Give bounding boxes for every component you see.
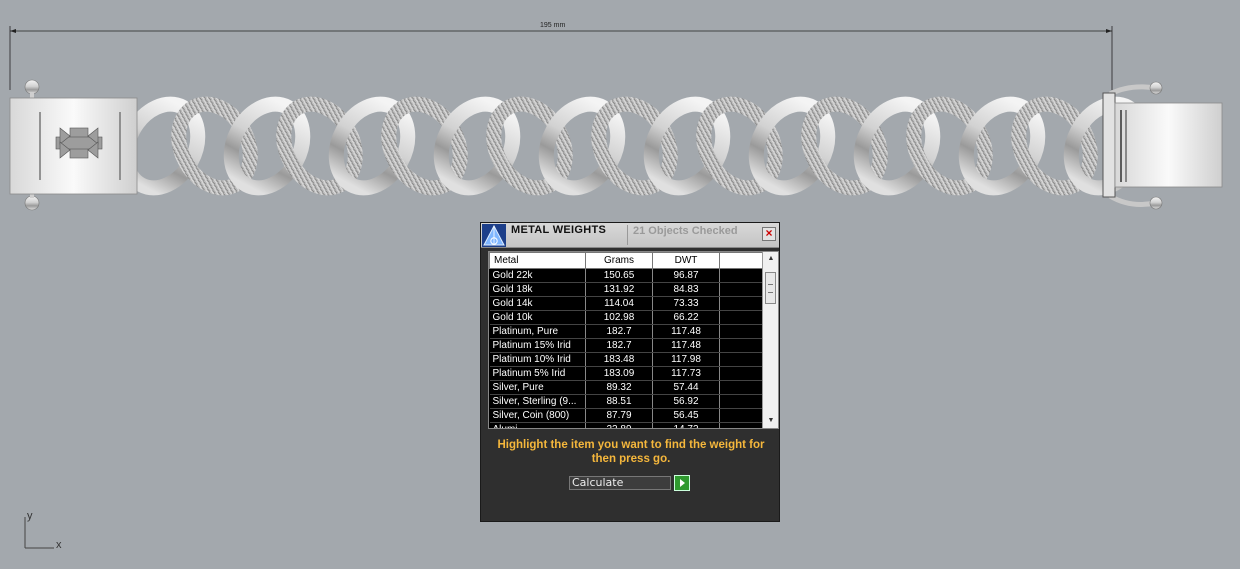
metal-cell: Platinum 10% Irid bbox=[489, 352, 586, 367]
empty-cell bbox=[719, 282, 763, 297]
panel-title: METAL WEIGHTS bbox=[511, 224, 607, 236]
metal-cell: Alumi... bbox=[489, 422, 586, 428]
table-row[interactable]: Platinum 10% Irid 183.48 117.98 bbox=[489, 352, 763, 367]
viewport[interactable]: 195 mm y x METAL WEIGHTS 21 Objects Chec… bbox=[0, 0, 1240, 569]
metal-cell: Silver, Coin (800) bbox=[489, 408, 586, 423]
table-row[interactable]: Platinum, Pure 182.7 117.48 bbox=[489, 324, 763, 339]
empty-cell bbox=[719, 268, 763, 283]
metal-cell: Silver, Sterling (9... bbox=[489, 394, 586, 409]
grams-cell: 182.7 bbox=[585, 324, 653, 339]
column-header-metal[interactable]: Metal bbox=[489, 252, 586, 269]
scroll-up-icon[interactable]: ▲ bbox=[763, 252, 778, 266]
scroll-down-icon[interactable]: ▼ bbox=[763, 414, 778, 428]
dwt-cell: 117.98 bbox=[652, 352, 720, 367]
grams-cell: 114.04 bbox=[585, 296, 653, 311]
instruction-text: Highlight the item you want to find the … bbox=[497, 439, 765, 465]
objects-checked-status: 21 Objects Checked bbox=[627, 225, 759, 245]
empty-cell bbox=[719, 310, 763, 325]
metal-cell: Gold 18k bbox=[489, 282, 586, 297]
empty-cell bbox=[719, 366, 763, 381]
weights-table-container[interactable]: Metal Grams DWT Gold 22k 150.65 96.87 Gold … bbox=[488, 251, 779, 429]
table-row[interactable]: Platinum 15% Irid 182.7 117.48 bbox=[489, 338, 763, 353]
column-header-dwt[interactable]: DWT bbox=[652, 252, 720, 269]
dwt-cell: 73.33 bbox=[652, 296, 720, 311]
table-row[interactable]: Silver, Pure 89.32 57.44 bbox=[489, 380, 763, 395]
grams-cell: 182.7 bbox=[585, 338, 653, 353]
empty-cell bbox=[719, 380, 763, 395]
dwt-cell: 117.73 bbox=[652, 366, 720, 381]
column-header-extra[interactable] bbox=[719, 252, 763, 269]
axis-y-label: y bbox=[27, 510, 33, 522]
app-logo-icon bbox=[482, 224, 506, 247]
metal-cell: Silver, Pure bbox=[489, 380, 586, 395]
calculate-dropdown[interactable]: Calculate bbox=[569, 476, 671, 490]
dwt-cell: 84.83 bbox=[652, 282, 720, 297]
dwt-cell: 117.48 bbox=[652, 324, 720, 339]
dwt-cell: 96.87 bbox=[652, 268, 720, 283]
dimension-line bbox=[9, 26, 1113, 90]
table-row[interactable]: Silver, Coin (800) 87.79 56.45 bbox=[489, 408, 763, 423]
dwt-cell: 66.22 bbox=[652, 310, 720, 325]
empty-cell bbox=[719, 296, 763, 311]
table-row[interactable]: Gold 14k 114.04 73.33 bbox=[489, 296, 763, 311]
empty-cell bbox=[719, 422, 763, 428]
grams-cell: 183.09 bbox=[585, 366, 653, 381]
table-row[interactable]: Gold 22k 150.65 96.87 bbox=[489, 268, 763, 283]
grams-cell: 22.89 bbox=[585, 422, 653, 428]
grams-cell: 89.32 bbox=[585, 380, 653, 395]
scroll-thumb[interactable] bbox=[765, 272, 776, 304]
dwt-cell: 56.92 bbox=[652, 394, 720, 409]
cross-emblem bbox=[55, 127, 103, 159]
column-header-grams[interactable]: Grams bbox=[585, 252, 653, 269]
axis-x-label: x bbox=[56, 539, 62, 551]
table-row[interactable]: Silver, Sterling (9... 88.51 56.92 bbox=[489, 394, 763, 409]
empty-cell bbox=[719, 338, 763, 353]
table-row[interactable]: Platinum 5% Irid 183.09 117.73 bbox=[489, 366, 763, 381]
empty-cell bbox=[719, 394, 763, 409]
empty-cell bbox=[719, 352, 763, 367]
empty-cell bbox=[719, 324, 763, 339]
dwt-cell: 57.44 bbox=[652, 380, 720, 395]
go-button[interactable] bbox=[674, 475, 690, 491]
metal-cell: Platinum 15% Irid bbox=[489, 338, 586, 353]
grams-cell: 87.79 bbox=[585, 408, 653, 423]
metal-cell: Gold 22k bbox=[489, 268, 586, 283]
grams-cell: 150.65 bbox=[585, 268, 653, 283]
metal-cell: Platinum 5% Irid bbox=[489, 366, 586, 381]
grams-cell: 183.48 bbox=[585, 352, 653, 367]
weights-table: Metal Grams DWT Gold 22k 150.65 96.87 Gold … bbox=[489, 252, 763, 428]
empty-cell bbox=[719, 408, 763, 423]
chain-links bbox=[118, 96, 1151, 196]
table-row[interactable]: Gold 18k 131.92 84.83 bbox=[489, 282, 763, 297]
grams-cell: 102.98 bbox=[585, 310, 653, 325]
dwt-cell: 14.72 bbox=[652, 422, 720, 428]
grams-cell: 131.92 bbox=[585, 282, 653, 297]
dwt-cell: 56.45 bbox=[652, 408, 720, 423]
table-scrollbar[interactable]: ▲ ▼ bbox=[762, 252, 778, 428]
bracelet-render bbox=[9, 26, 1223, 211]
table-header-row: Metal Grams DWT bbox=[489, 252, 763, 269]
metal-cell: Gold 10k bbox=[489, 310, 586, 325]
table-row[interactable]: Gold 10k 102.98 66.22 bbox=[489, 310, 763, 325]
dwt-cell: 117.48 bbox=[652, 338, 720, 353]
panel-header[interactable]: METAL WEIGHTS 21 Objects Checked × bbox=[481, 223, 779, 248]
left-clasp bbox=[9, 79, 138, 211]
close-button[interactable]: × bbox=[762, 227, 776, 241]
table-row[interactable]: Alumi...22.8914.72 bbox=[489, 422, 763, 428]
dimension-label: 195 mm bbox=[540, 22, 566, 29]
metal-weights-panel: METAL WEIGHTS 21 Objects Checked × Metal… bbox=[480, 222, 780, 522]
metal-cell: Gold 14k bbox=[489, 296, 586, 311]
metal-cell: Platinum, Pure bbox=[489, 324, 586, 339]
grams-cell: 88.51 bbox=[585, 394, 653, 409]
